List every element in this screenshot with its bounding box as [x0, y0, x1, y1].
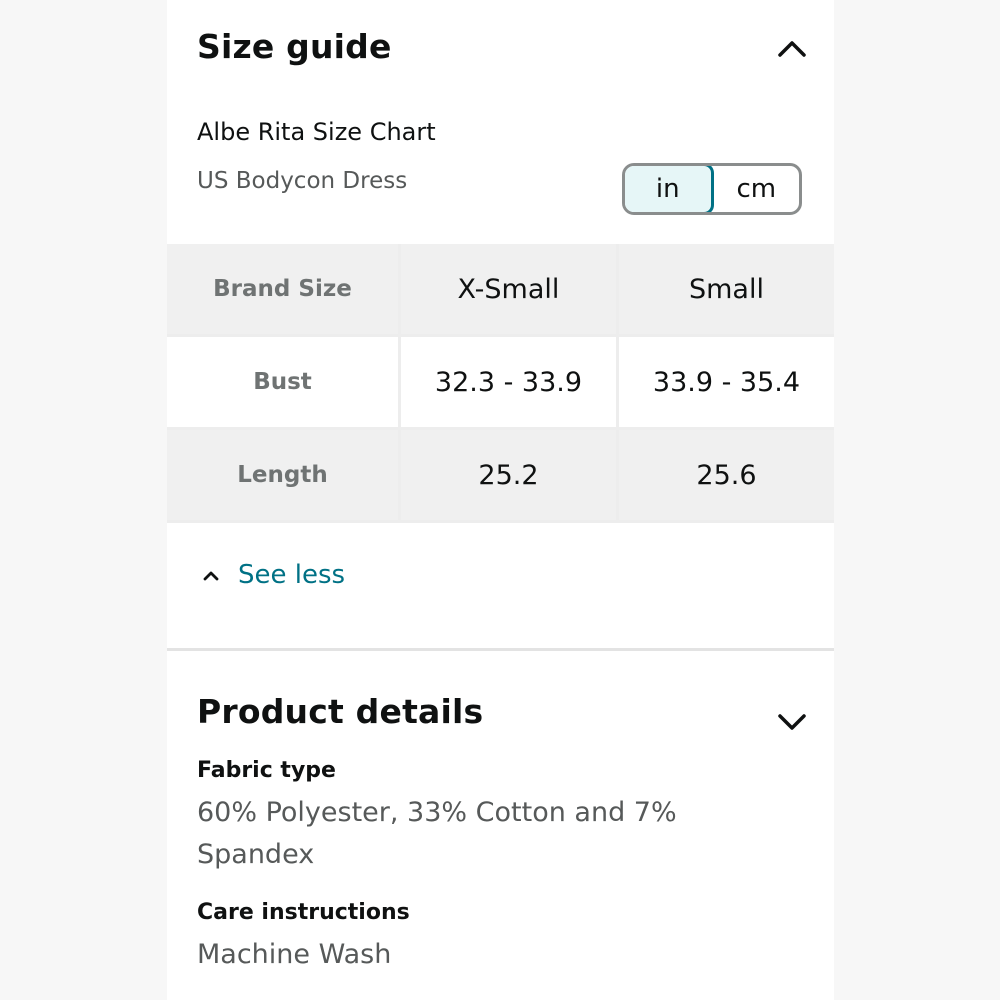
table-row: Length 25.2 25.6: [167, 430, 834, 523]
size-guide-title: Size guide: [197, 26, 392, 66]
table-cell: 25.6: [618, 430, 834, 523]
table-column-header: X-Small: [400, 244, 619, 337]
size-chart-title: Albe Rita Size Chart: [197, 118, 436, 146]
chevron-down-icon: [778, 714, 806, 730]
size-guide-header[interactable]: Size guide: [197, 16, 834, 76]
size-guide-collapse-button[interactable]: [772, 28, 812, 68]
product-details-header[interactable]: Product details: [197, 681, 834, 741]
caret-up-icon: [203, 571, 219, 581]
section-divider: [167, 648, 834, 651]
table-column-header: Small: [618, 244, 834, 337]
see-less-label: See less: [238, 560, 346, 590]
product-panel: Size guide Albe Rita Size Chart US Bodyc…: [167, 0, 834, 1000]
unit-cm-button[interactable]: cm: [714, 166, 800, 212]
chevron-up-icon: [778, 41, 806, 57]
table-cell: 32.3 - 33.9: [400, 337, 619, 430]
care-instructions-value: Machine Wash: [197, 939, 392, 970]
product-details-title: Product details: [197, 691, 484, 731]
table-header-row: Brand Size X-Small Small: [167, 244, 834, 337]
table-row-label: Bust: [167, 337, 401, 430]
table-header-label: Brand Size: [167, 244, 401, 337]
unit-toggle: in cm: [622, 163, 802, 215]
size-chart-subtitle: US Bodycon Dress: [197, 168, 408, 194]
table-cell: 25.2: [400, 430, 619, 523]
see-less-link[interactable]: See less: [202, 560, 345, 590]
table-row: Bust 32.3 - 33.9 33.9 - 35.4: [167, 337, 834, 430]
fabric-type-value: 60% Polyester, 33% Cotton and 7% Spandex: [197, 797, 677, 870]
fabric-type-label: Fabric type: [197, 758, 336, 783]
product-details-expand-button[interactable]: [772, 702, 812, 742]
table-cell: 33.9 - 35.4: [618, 337, 834, 430]
size-table: Brand Size X-Small Small Bust 32.3 - 33.…: [167, 244, 834, 523]
care-instructions-label: Care instructions: [197, 900, 410, 925]
unit-in-button[interactable]: in: [625, 166, 714, 212]
table-row-label: Length: [167, 430, 401, 523]
